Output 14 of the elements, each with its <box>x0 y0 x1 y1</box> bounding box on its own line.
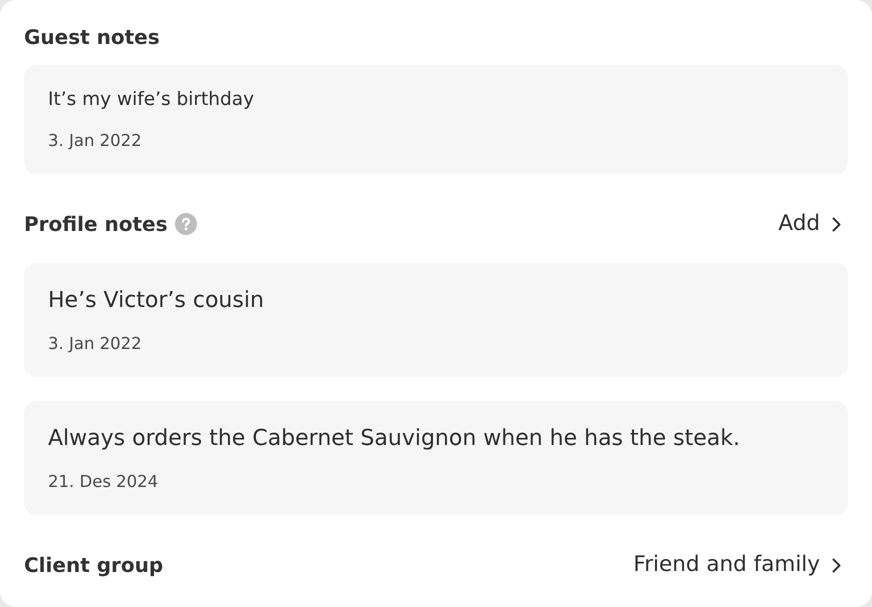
note-date: 21. Des 2024 <box>48 471 158 493</box>
chevron-right-icon <box>832 216 841 232</box>
section-title: Guest notes <box>24 24 160 51</box>
chevron-right-icon <box>832 558 841 572</box>
note-text: It’s my wife’s birthday <box>48 88 254 112</box>
help-icon[interactable] <box>175 213 198 235</box>
note-date: 3. Jan 2022 <box>48 333 142 355</box>
note-text: He’s Victor’s cousin <box>48 287 264 315</box>
client-group-label: Client group <box>24 552 164 579</box>
note-date: 3. Jan 2022 <box>48 130 142 152</box>
note-text: Always orders the Cabernet Sauvignon when he has the steak. <box>48 425 740 453</box>
section-title: Profile notes <box>24 211 168 238</box>
client-group-select[interactable]: Friend and family <box>633 550 848 580</box>
add-link[interactable]: Add <box>778 209 848 239</box>
